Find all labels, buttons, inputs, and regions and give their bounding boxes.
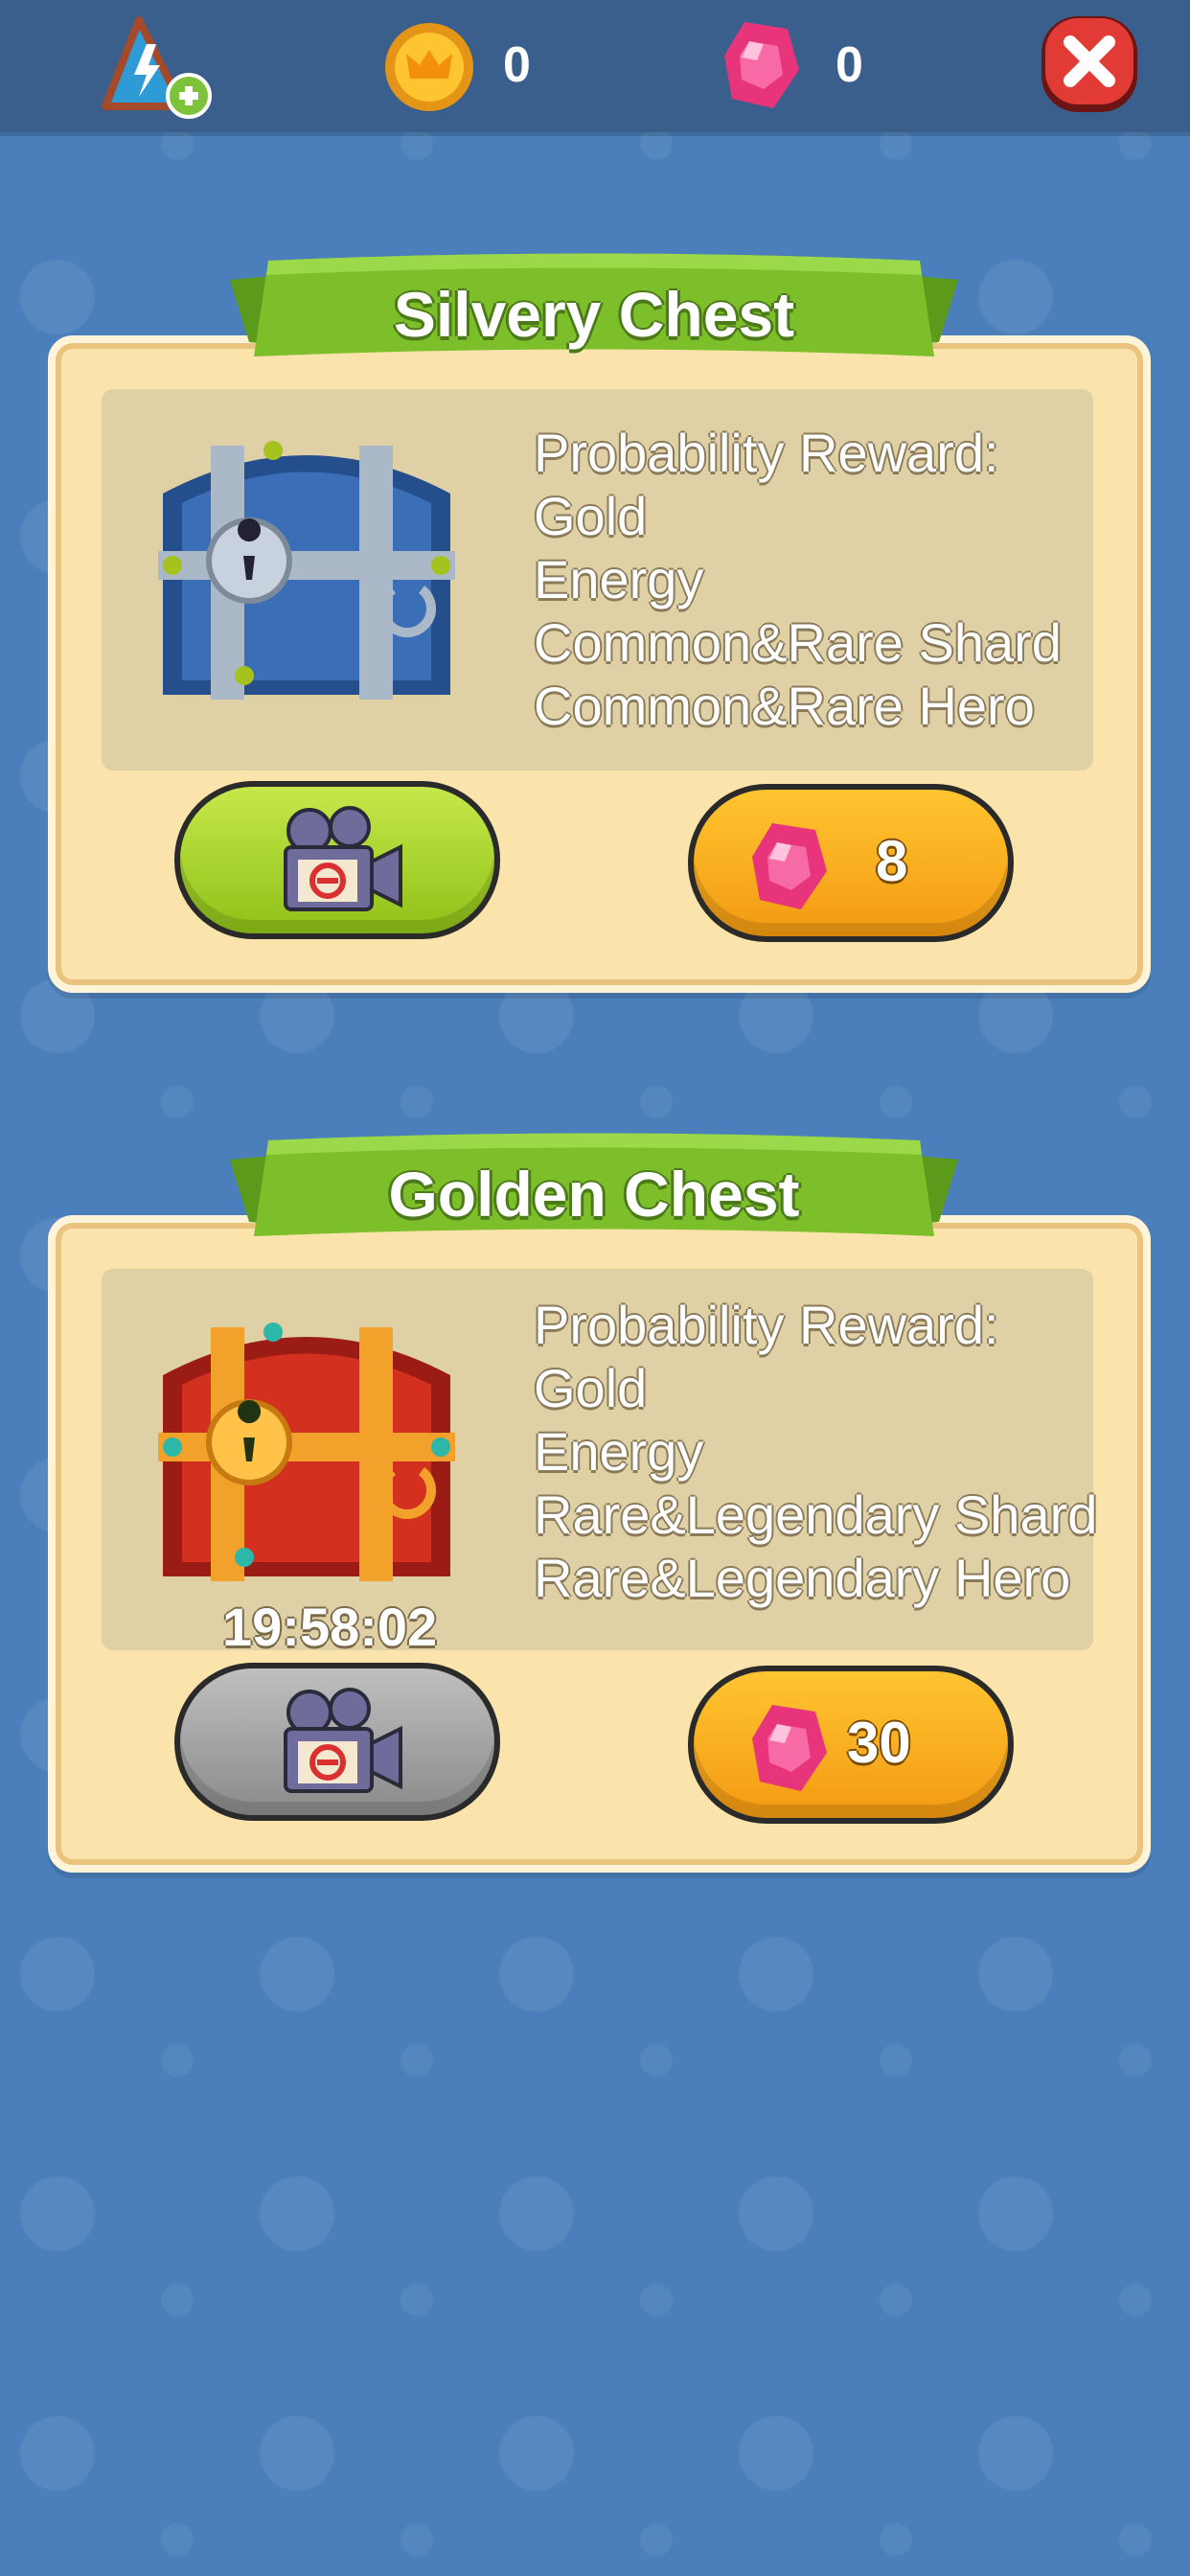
- chest-title: Golden Chest: [388, 1159, 800, 1230]
- gem-icon: [752, 1705, 827, 1791]
- golden-chest-icon: [158, 1322, 455, 1581]
- close-button[interactable]: [1037, 12, 1142, 119]
- gem-icon: [752, 823, 827, 909]
- coin-count: 0: [503, 37, 531, 93]
- gem-price: 8: [876, 829, 908, 893]
- watch-video-button-disabled[interactable]: [174, 1663, 500, 1821]
- buy-with-gems-button[interactable]: 30: [688, 1666, 1014, 1824]
- reward-item: Common&Rare Shard: [534, 612, 1062, 673]
- silvery-chest-ribbon: Silvery Chest: [230, 251, 958, 395]
- reward-item: Rare&Legendary Shard: [534, 1484, 1098, 1545]
- reward-item: Gold: [534, 486, 648, 546]
- energy-add-icon: [102, 16, 212, 119]
- reward-item: Energy: [534, 549, 704, 610]
- gem-icon: [724, 22, 799, 108]
- reward-item: Energy: [534, 1421, 704, 1482]
- silvery-chest-icon: [158, 441, 455, 700]
- energy-add-button[interactable]: [101, 15, 220, 123]
- reward-heading: Probability Reward:: [534, 423, 999, 483]
- cooldown-timer: 19:58:02: [222, 1597, 438, 1657]
- reward-heading: Probability Reward:: [534, 1295, 999, 1355]
- video-camera-no-ad-icon: [284, 1688, 402, 1793]
- chest-title: Silvery Chest: [393, 279, 795, 350]
- gem-price: 30: [847, 1711, 911, 1775]
- gem-count: 0: [835, 37, 863, 93]
- buy-with-gems-button[interactable]: 8: [688, 784, 1014, 942]
- reward-item: Gold: [534, 1358, 648, 1418]
- coin-icon: [385, 23, 473, 111]
- watch-video-button[interactable]: [174, 781, 500, 939]
- top-bar: 0 0: [0, 0, 1190, 132]
- reward-item: Rare&Legendary Hero: [534, 1548, 1071, 1608]
- close-icon: [1041, 16, 1137, 112]
- golden-chest-ribbon: Golden Chest: [230, 1131, 958, 1275]
- golden-chest-rewards: Probability Reward: Gold Energy Rare&Leg…: [534, 1294, 1097, 1610]
- reward-item: Common&Rare Hero: [534, 676, 1035, 736]
- silvery-chest-rewards: Probability Reward: Gold Energy Common&R…: [534, 422, 1062, 738]
- video-camera-no-ad-icon: [284, 806, 402, 911]
